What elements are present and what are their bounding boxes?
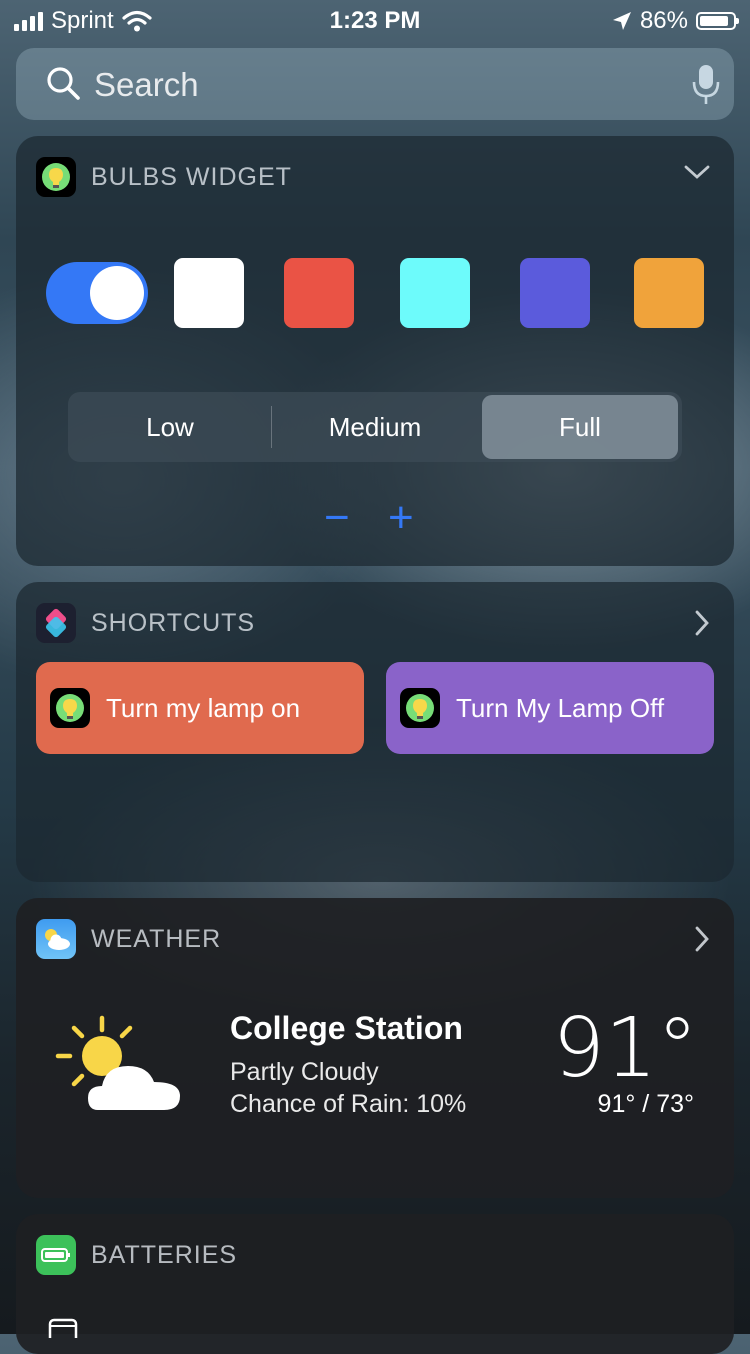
segment-medium[interactable]: Medium — [272, 392, 478, 462]
phone-device-icon — [48, 1318, 78, 1338]
search-icon — [47, 67, 80, 100]
decrease-button[interactable]: − — [324, 496, 350, 540]
status-bar: Sprint 1:23 PM 86% — [0, 0, 750, 40]
search-placeholder: Search — [94, 66, 199, 103]
batteries-widget: BATTERIES — [16, 1214, 734, 1354]
weather-widget[interactable]: WEATHER College Station Partly Cloudy Ch… — [16, 898, 734, 1198]
bulbs-widget-title: BULBS WIDGET — [91, 162, 292, 191]
shortcut-turn-lamp-off[interactable]: Turn My Lamp Off — [386, 662, 714, 754]
location-arrow-icon — [612, 12, 631, 30]
color-swatch-orange[interactable] — [634, 258, 704, 328]
weather-temp-range: 91° / 73° — [597, 1090, 694, 1118]
batteries-widget-title: BATTERIES — [91, 1240, 238, 1269]
batteries-app-icon — [36, 1235, 76, 1275]
bulb-app-icon — [400, 688, 440, 728]
battery-level — [700, 16, 728, 26]
shortcut-turn-lamp-on[interactable]: Turn my lamp on — [36, 662, 364, 754]
shortcut-label: Turn My Lamp Off — [456, 692, 665, 723]
shortcuts-widget-header[interactable]: SHORTCUTS — [36, 602, 255, 644]
shortcuts-app-icon — [36, 603, 76, 643]
bulbs-widget-header[interactable]: BULBS WIDGET — [36, 156, 292, 198]
weather-widget-header[interactable]: WEATHER — [36, 918, 221, 960]
battery-percent: 86% — [639, 7, 688, 34]
bulb-app-icon — [50, 688, 90, 728]
bulb-power-toggle[interactable] — [46, 262, 148, 324]
weather-condition: Partly Cloudy — [230, 1058, 379, 1086]
bulbs-widget: BULBS WIDGET Low Medium Full − + — [16, 136, 734, 566]
toggle-knob — [90, 266, 144, 320]
search-bar[interactable]: Search — [16, 48, 734, 120]
color-swatch-cyan[interactable] — [400, 258, 470, 328]
brightness-segmented-control: Low Medium Full — [68, 392, 682, 462]
battery-icon — [696, 12, 739, 30]
partly-cloudy-icon — [55, 1015, 180, 1110]
weather-current-temp: 91° — [552, 1001, 698, 1096]
color-swatch-white[interactable] — [174, 258, 244, 328]
color-swatch-purple[interactable] — [520, 258, 590, 328]
shortcuts-widget: SHORTCUTS Turn my lamp on Turn My Lamp O… — [16, 582, 734, 882]
chevron-down-icon[interactable] — [684, 164, 710, 180]
segment-low[interactable]: Low — [68, 392, 272, 462]
color-swatch-red[interactable] — [284, 258, 354, 328]
microphone-icon[interactable] — [692, 64, 720, 106]
chevron-right-icon[interactable] — [694, 926, 710, 952]
shortcuts-widget-title: SHORTCUTS — [91, 608, 256, 637]
batteries-widget-header[interactable]: BATTERIES — [36, 1234, 237, 1276]
weather-rain-chance: Chance of Rain: 10% — [230, 1090, 467, 1118]
shortcut-label: Turn my lamp on — [106, 692, 301, 723]
weather-city: College Station — [230, 1010, 463, 1046]
bulb-app-icon — [36, 157, 76, 197]
status-right: 86% — [612, 7, 739, 35]
increase-button[interactable]: + — [388, 496, 414, 540]
chevron-right-icon[interactable] — [694, 610, 710, 636]
weather-widget-title: WEATHER — [91, 924, 222, 953]
weather-app-icon — [36, 919, 76, 959]
segment-full[interactable]: Full — [482, 392, 678, 462]
